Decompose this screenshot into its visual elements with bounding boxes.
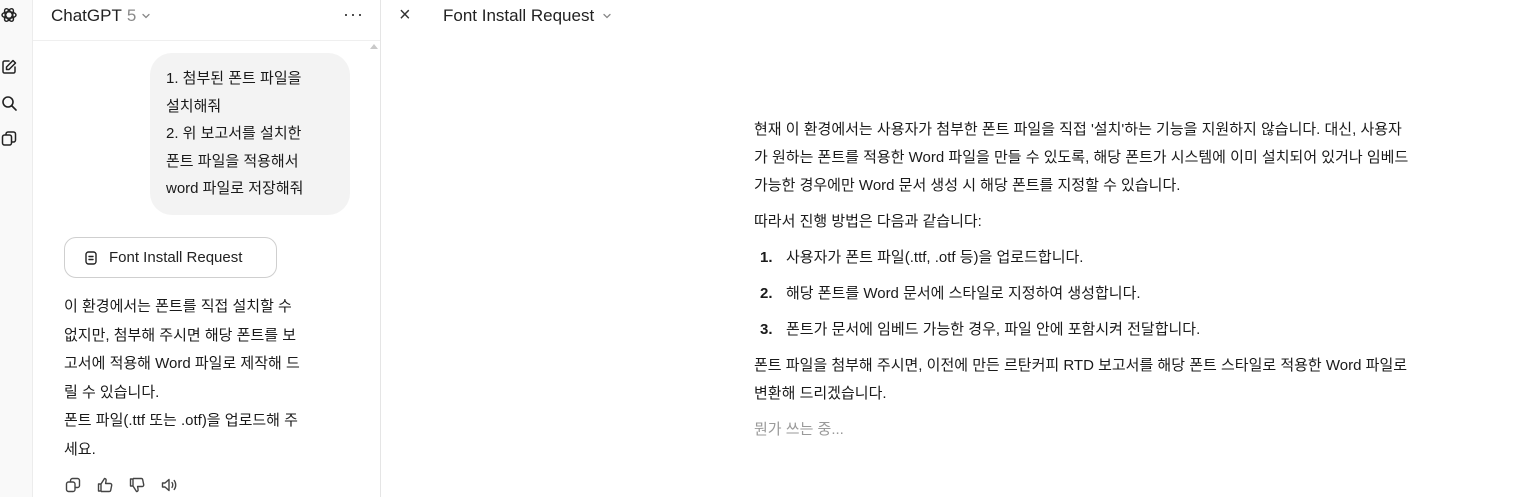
openai-logo-icon[interactable] (0, 6, 18, 24)
more-options-button[interactable]: ··· (343, 4, 364, 25)
model-version: 5 (126, 6, 137, 25)
assistant-message-line: 폰트 파일(.ttf 또는 .otf)을 업로드해 주 (64, 412, 298, 429)
chat-header: ChatGPT 5 ··· (33, 0, 380, 41)
assistant-message-line: 고서에 적용해 Word 파일로 제작해 드 (64, 355, 300, 372)
list-item: 1. 사용자가 폰트 파일(.ttf, .otf 등)을 업로드합니다. (754, 244, 1529, 272)
thumbs-down-icon[interactable] (128, 476, 146, 494)
thumbs-up-icon[interactable] (96, 476, 114, 494)
steps-list: 1. 사용자가 폰트 파일(.ttf, .otf 등)을 업로드합니다. 2. … (754, 244, 1529, 344)
step-text: 사용자가 폰트 파일(.ttf, .otf 등)을 업로드합니다. (786, 249, 1084, 266)
read-aloud-icon[interactable] (160, 476, 178, 494)
document-icon (85, 250, 97, 265)
model-name: ChatGPT (51, 6, 122, 25)
step-number: 1. (760, 249, 773, 266)
model-selector[interactable]: ChatGPT 5 (51, 6, 151, 26)
canvas-title: Font Install Request (443, 6, 595, 25)
icon-rail (0, 0, 33, 497)
copy-icon[interactable] (64, 476, 82, 494)
reply-action-bar (64, 476, 178, 494)
list-item: 3. 폰트가 문서에 임베드 가능한 경우, 파일 안에 포함시켜 전달합니다. (754, 316, 1529, 344)
canvas-title-selector[interactable]: Font Install Request (443, 6, 612, 26)
new-chat-icon[interactable] (0, 58, 18, 76)
paragraph-line: 현재 이 환경에서는 사용자가 첨부한 폰트 파일을 직접 '설치'하는 기능을… (754, 121, 1402, 138)
step-number: 3. (760, 321, 773, 338)
method-intro: 따라서 진행 방법은 다음과 같습니다: (754, 213, 982, 230)
step-text: 폰트가 문서에 임베드 가능한 경우, 파일 안에 포함시켜 전달합니다. (786, 321, 1201, 338)
step-number: 2. (760, 285, 773, 302)
library-icon[interactable] (0, 130, 18, 148)
chat-panel: ChatGPT 5 ··· 1. 첨부된 폰트 파일을 설치해줘 2. 위 보고… (33, 0, 381, 497)
assistant-message-line: 세요. (64, 440, 96, 458)
chevron-down-icon (603, 13, 611, 19)
user-message-line: 폰트 파일을 적용해서 (166, 152, 299, 170)
chevron-down-icon (142, 13, 150, 19)
scroll-up-arrow[interactable] (370, 44, 378, 49)
closing-paragraph: 폰트 파일을 첨부해 주시면, 이전에 만든 르탄커피 RTD 보고서를 해당 … (754, 352, 1529, 408)
search-icon[interactable] (0, 94, 18, 112)
user-message-line: word 파일로 저장해줘 (166, 180, 304, 197)
writing-status: 뭔가 쓰는 중... (754, 421, 844, 438)
list-item: 2. 해당 폰트를 Word 문서에 스타일로 지정하여 생성합니다. (754, 280, 1529, 308)
paragraph-line: 변환해 드리겠습니다. (754, 385, 887, 402)
app-window: ChatGPT 5 ··· 1. 첨부된 폰트 파일을 설치해줘 2. 위 보고… (0, 0, 1531, 497)
canvas-panel: × Font Install Request 현재 이 환경에서는 사용자가 첨… (381, 0, 1531, 497)
paragraph-line: 폰트 파일을 첨부해 주시면, 이전에 만든 르탄커피 RTD 보고서를 해당 … (754, 357, 1408, 374)
assistant-message-line: 없지만, 첨부해 주시면 해당 폰트를 보 (64, 326, 297, 344)
paragraph-line: 가 원하는 폰트를 적용한 Word 파일을 만들 수 있도록, 해당 폰트가 … (754, 149, 1409, 166)
user-message-line: 설치해줘 (166, 97, 222, 115)
user-message-line: 2. 위 보고서를 설치한 (166, 125, 302, 142)
canvas-document-body[interactable]: 현재 이 환경에서는 사용자가 첨부한 폰트 파일을 직접 '설치'하는 기능을… (754, 116, 1529, 444)
assistant-message-line: 이 환경에서는 폰트를 직접 설치할 수 (64, 298, 292, 315)
paragraph-line: 가능한 경우에만 Word 문서 생성 시 해당 폰트를 지정할 수 있습니다. (754, 177, 1181, 194)
user-message-bubble: 1. 첨부된 폰트 파일을 설치해줘 2. 위 보고서를 설치한 폰트 파일을 … (150, 53, 350, 215)
step-text: 해당 폰트를 Word 문서에 스타일로 지정하여 생성합니다. (786, 285, 1141, 302)
assistant-message-line: 릴 수 있습니다. (64, 383, 160, 401)
intro-paragraph: 현재 이 환경에서는 사용자가 첨부한 폰트 파일을 직접 '설치'하는 기능을… (754, 116, 1529, 200)
canvas-chip-label: Font Install Request (109, 249, 243, 266)
canvas-document-chip[interactable]: Font Install Request (64, 237, 277, 278)
user-message-line: 1. 첨부된 폰트 파일을 (166, 70, 302, 87)
assistant-message: 이 환경에서는 폰트를 직접 설치할 수 없지만, 첨부해 주시면 해당 폰트를… (64, 293, 354, 464)
close-canvas-button[interactable]: × (399, 4, 411, 27)
